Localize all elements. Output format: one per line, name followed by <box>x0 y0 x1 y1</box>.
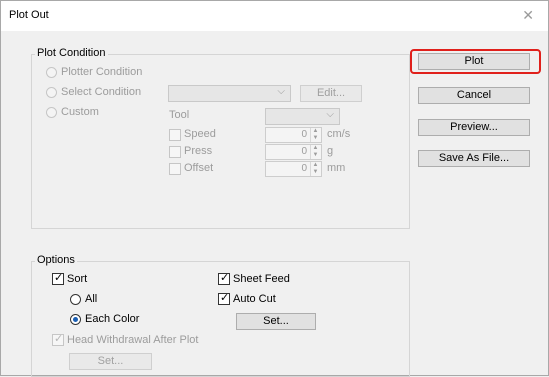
press-value: 0 <box>301 146 307 157</box>
cancel-button[interactable]: Cancel <box>418 87 530 104</box>
select-condition-radio[interactable] <box>46 87 57 98</box>
plotter-condition-radio[interactable] <box>46 67 57 78</box>
speed-label: Speed <box>184 128 216 140</box>
press-label: Press <box>184 145 213 157</box>
window-title: Plot Out <box>9 9 49 21</box>
plot-button[interactable]: Plot <box>418 53 530 70</box>
options-set-button[interactable]: Set... <box>236 313 316 330</box>
condition-select[interactable]: ⌵ <box>168 85 291 102</box>
offset-label: Offset <box>184 162 214 174</box>
press-stepper[interactable]: 0 ▲ ▼ <box>265 144 322 160</box>
head-withdrawal-checkbox[interactable]: ✓ <box>52 333 64 346</box>
auto-cut-checkbox[interactable]: ✓ <box>218 292 230 305</box>
each-color-label: Each Color <box>85 313 140 325</box>
all-radio[interactable] <box>70 294 81 305</box>
title-bar: Plot Out ✕ <box>1 1 548 31</box>
speed-checkbox[interactable] <box>169 129 181 141</box>
plotter-condition-label: Plotter Condition <box>61 66 143 78</box>
custom-radio[interactable] <box>46 107 57 118</box>
sort-checkbox[interactable]: ✓ <box>52 272 64 285</box>
spin-arrows-icon[interactable]: ▲ ▼ <box>310 128 320 142</box>
offset-unit: mm <box>327 162 346 174</box>
each-color-radio[interactable] <box>70 314 81 325</box>
plot-condition-label: Plot Condition <box>35 47 108 59</box>
offset-stepper[interactable]: 0 ▲ ▼ <box>265 161 322 177</box>
press-unit: g <box>327 145 334 157</box>
offset-value: 0 <box>301 163 307 174</box>
spin-arrows-icon[interactable]: ▲ ▼ <box>310 162 320 176</box>
options-label: Options <box>35 254 77 266</box>
close-icon[interactable]: ✕ <box>522 7 534 24</box>
head-withdrawal-label: Head Withdrawal After Plot <box>67 334 199 346</box>
plot-out-dialog: Plot Out ✕ Plot Condition Plotter Condit… <box>0 0 549 377</box>
tool-select[interactable]: ⌵ <box>265 108 340 125</box>
all-label: All <box>85 293 98 305</box>
spin-arrows-icon[interactable]: ▲ ▼ <box>310 145 320 159</box>
press-checkbox[interactable] <box>169 146 181 158</box>
sort-label: Sort <box>67 273 88 285</box>
speed-value: 0 <box>301 129 307 140</box>
chevron-down-icon: ⌵ <box>326 109 334 120</box>
preview-button[interactable]: Preview... <box>418 119 530 136</box>
sheet-feed-checkbox[interactable]: ✓ <box>218 272 230 285</box>
speed-stepper[interactable]: 0 ▲ ▼ <box>265 127 322 143</box>
edit-button[interactable]: Edit... <box>300 85 362 102</box>
custom-label: Custom <box>61 106 99 118</box>
offset-checkbox[interactable] <box>169 163 181 175</box>
speed-unit: cm/s <box>327 128 351 140</box>
select-condition-label: Select Condition <box>61 86 142 98</box>
chevron-down-icon: ⌵ <box>277 86 285 97</box>
plot-condition-group <box>31 54 410 229</box>
save-as-file-button[interactable]: Save As File... <box>418 150 530 167</box>
tool-label: Tool <box>169 109 190 121</box>
sheet-feed-label: Sheet Feed <box>233 273 290 285</box>
auto-cut-label: Auto Cut <box>233 293 276 305</box>
head-withdrawal-set-button[interactable]: Set... <box>69 353 152 370</box>
